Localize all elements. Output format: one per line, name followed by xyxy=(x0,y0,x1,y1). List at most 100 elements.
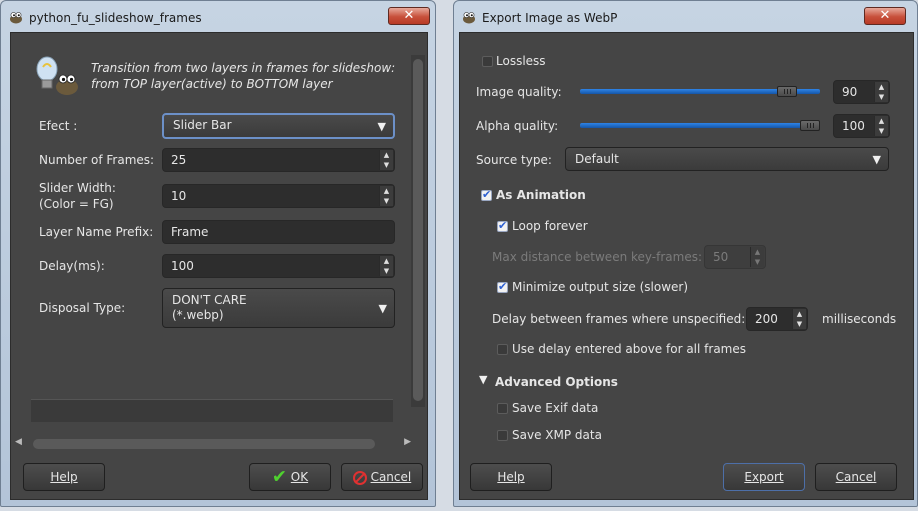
prefix-input[interactable]: Frame xyxy=(162,220,395,244)
scrollbar-thumb[interactable] xyxy=(413,59,423,401)
slider-width-sublabel: (Color = FG) xyxy=(39,197,114,211)
minimize-checkbox[interactable] xyxy=(497,280,508,293)
as-animation-checkbox[interactable] xyxy=(481,188,492,201)
horizontal-scrollbar[interactable]: ◀ ▶ xyxy=(15,437,411,451)
cancel-button-label: Cancel xyxy=(835,470,877,484)
disposal-label: Disposal Type: xyxy=(39,301,126,315)
delay-spinbox[interactable]: 100 ▲ ▼ xyxy=(162,254,395,278)
alpha-quality-slider-handle[interactable] xyxy=(800,120,820,131)
save-exif-label: Save Exif data xyxy=(512,401,599,415)
gimp-icon xyxy=(10,12,22,24)
source-type-value: Default xyxy=(575,152,619,166)
gimp-icon xyxy=(463,12,475,24)
minimize-label: Minimize output size (slower) xyxy=(512,280,689,294)
dropdown-arrow-icon: ▼ xyxy=(378,302,387,315)
slider-width-value: 10 xyxy=(171,189,187,203)
lossless-label: Lossless xyxy=(496,54,546,68)
delay-spinbox[interactable]: 200 ▲ ▼ xyxy=(746,307,808,331)
close-button[interactable]: ✕ xyxy=(864,7,906,25)
delay-stepper[interactable]: ▲ ▼ xyxy=(792,309,806,329)
max-keyframes-spinbox[interactable]: 50 ▲ ▼ xyxy=(704,245,766,269)
source-type-label: Source type: xyxy=(476,153,552,167)
image-quality-spinbox[interactable]: 90 ▲ ▼ xyxy=(833,80,890,104)
alpha-quality-label: Alpha quality: xyxy=(476,119,559,133)
help-button-label: Help xyxy=(497,470,525,484)
cancel-button-label: Cancel xyxy=(370,470,412,484)
dropdown-arrow-icon: ▼ xyxy=(872,153,881,166)
help-button[interactable]: Help xyxy=(470,463,552,491)
frames-stepper[interactable]: ▲ ▼ xyxy=(379,150,393,170)
slider-width-spinbox[interactable]: 10 ▲ ▼ xyxy=(162,184,395,208)
dropdown-arrow-icon: ▼ xyxy=(377,120,386,133)
description-line-2: from TOP layer(active) to BOTTOM layer xyxy=(91,77,333,91)
image-quality-value: 90 xyxy=(842,85,858,99)
dialog-body: Transition from two layers in frames for… xyxy=(10,32,428,500)
lightbulb-wilber-icon xyxy=(36,56,78,95)
slider-width-stepper[interactable]: ▲ ▼ xyxy=(379,186,393,206)
alpha-quality-spinbox[interactable]: 100 ▲ ▼ xyxy=(833,114,890,138)
window-title: python_fu_slideshow_frames xyxy=(29,11,202,25)
alpha-quality-slider[interactable] xyxy=(580,123,820,128)
source-type-dropdown[interactable]: Default ▼ xyxy=(565,147,889,171)
titlebar[interactable]: Export Image as WebP ✕ xyxy=(454,1,917,33)
disposal-dropdown[interactable]: DON'T CARE (*.webp) ▼ xyxy=(162,288,395,328)
ok-button[interactable]: ✔ OK xyxy=(249,463,331,491)
window-title: Export Image as WebP xyxy=(482,11,618,25)
effect-value: Slider Bar xyxy=(173,118,232,132)
save-exif-checkbox[interactable] xyxy=(497,403,508,414)
disposal-value-line-2: (*.webp) xyxy=(172,308,224,322)
loop-forever-label: Loop forever xyxy=(512,219,588,233)
delay-label: Delay between frames where unspecified: xyxy=(492,312,746,326)
description-line-1: Transition from two layers in frames for… xyxy=(91,61,396,75)
use-delay-checkbox[interactable] xyxy=(497,344,508,355)
help-button[interactable]: Help xyxy=(23,463,105,491)
delay-value: 200 xyxy=(755,312,778,326)
cancel-button[interactable]: Cancel xyxy=(341,463,423,491)
frames-value: 25 xyxy=(171,153,187,167)
scroll-left-icon[interactable]: ◀ xyxy=(15,437,22,447)
effect-label: Efect : xyxy=(39,119,78,133)
frames-label: Number of Frames: xyxy=(39,153,155,167)
dialog-body: Lossless Image quality: 90 ▲ ▼ Alpha qual… xyxy=(459,32,914,500)
max-keyframes-label: Max distance between key-frames: xyxy=(492,250,702,264)
alpha-quality-value: 100 xyxy=(842,119,865,133)
lossless-checkbox[interactable] xyxy=(482,56,493,67)
image-quality-label: Image quality: xyxy=(476,85,562,99)
max-keyframes-stepper[interactable]: ▲ ▼ xyxy=(750,247,764,267)
delay-value: 100 xyxy=(171,259,194,273)
alpha-quality-stepper[interactable]: ▲ ▼ xyxy=(874,116,888,136)
export-button[interactable]: Export xyxy=(723,463,805,491)
export-webp-window: Export Image as WebP ✕ Lossless Image qu… xyxy=(453,0,918,507)
cancel-icon xyxy=(352,470,367,485)
frames-spinbox[interactable]: 25 ▲ ▼ xyxy=(162,148,395,172)
image-quality-slider-handle[interactable] xyxy=(777,86,797,97)
delay-stepper[interactable]: ▲ ▼ xyxy=(379,256,393,276)
titlebar[interactable]: python_fu_slideshow_frames ✕ xyxy=(1,1,435,33)
as-animation-label: As Animation xyxy=(496,188,586,202)
image-quality-stepper[interactable]: ▲ ▼ xyxy=(874,82,888,102)
delay-label: Delay(ms): xyxy=(39,259,105,273)
close-button[interactable]: ✕ xyxy=(388,7,430,25)
advanced-options-label[interactable]: Advanced Options xyxy=(495,375,618,389)
disposal-value-line-1: DON'T CARE xyxy=(172,293,247,307)
expander-triangle-icon[interactable]: ▼ xyxy=(479,373,487,386)
slider-width-label: Slider Width: xyxy=(39,181,116,195)
effect-dropdown[interactable]: Slider Bar ▼ xyxy=(162,113,395,139)
use-delay-label: Use delay entered above for all frames xyxy=(512,342,746,356)
cancel-button[interactable]: Cancel xyxy=(815,463,897,491)
save-xmp-label: Save XMP data xyxy=(512,428,602,442)
vertical-scrollbar[interactable] xyxy=(411,55,425,407)
help-button-label: Help xyxy=(50,470,78,484)
prefix-value: Frame xyxy=(171,225,209,239)
separator xyxy=(31,399,393,422)
ok-button-label: OK xyxy=(290,470,309,484)
scroll-right-icon[interactable]: ▶ xyxy=(404,437,411,447)
check-icon: ✔ xyxy=(271,466,287,488)
slideshow-frames-window: python_fu_slideshow_frames ✕ Transition … xyxy=(0,0,436,507)
delay-unit-label: milliseconds xyxy=(822,312,897,326)
max-keyframes-value: 50 xyxy=(713,250,729,264)
horizontal-scrollbar-thumb[interactable] xyxy=(33,439,375,449)
loop-forever-checkbox[interactable] xyxy=(497,219,508,232)
save-xmp-checkbox[interactable] xyxy=(497,430,508,441)
prefix-label: Layer Name Prefix: xyxy=(39,225,154,239)
